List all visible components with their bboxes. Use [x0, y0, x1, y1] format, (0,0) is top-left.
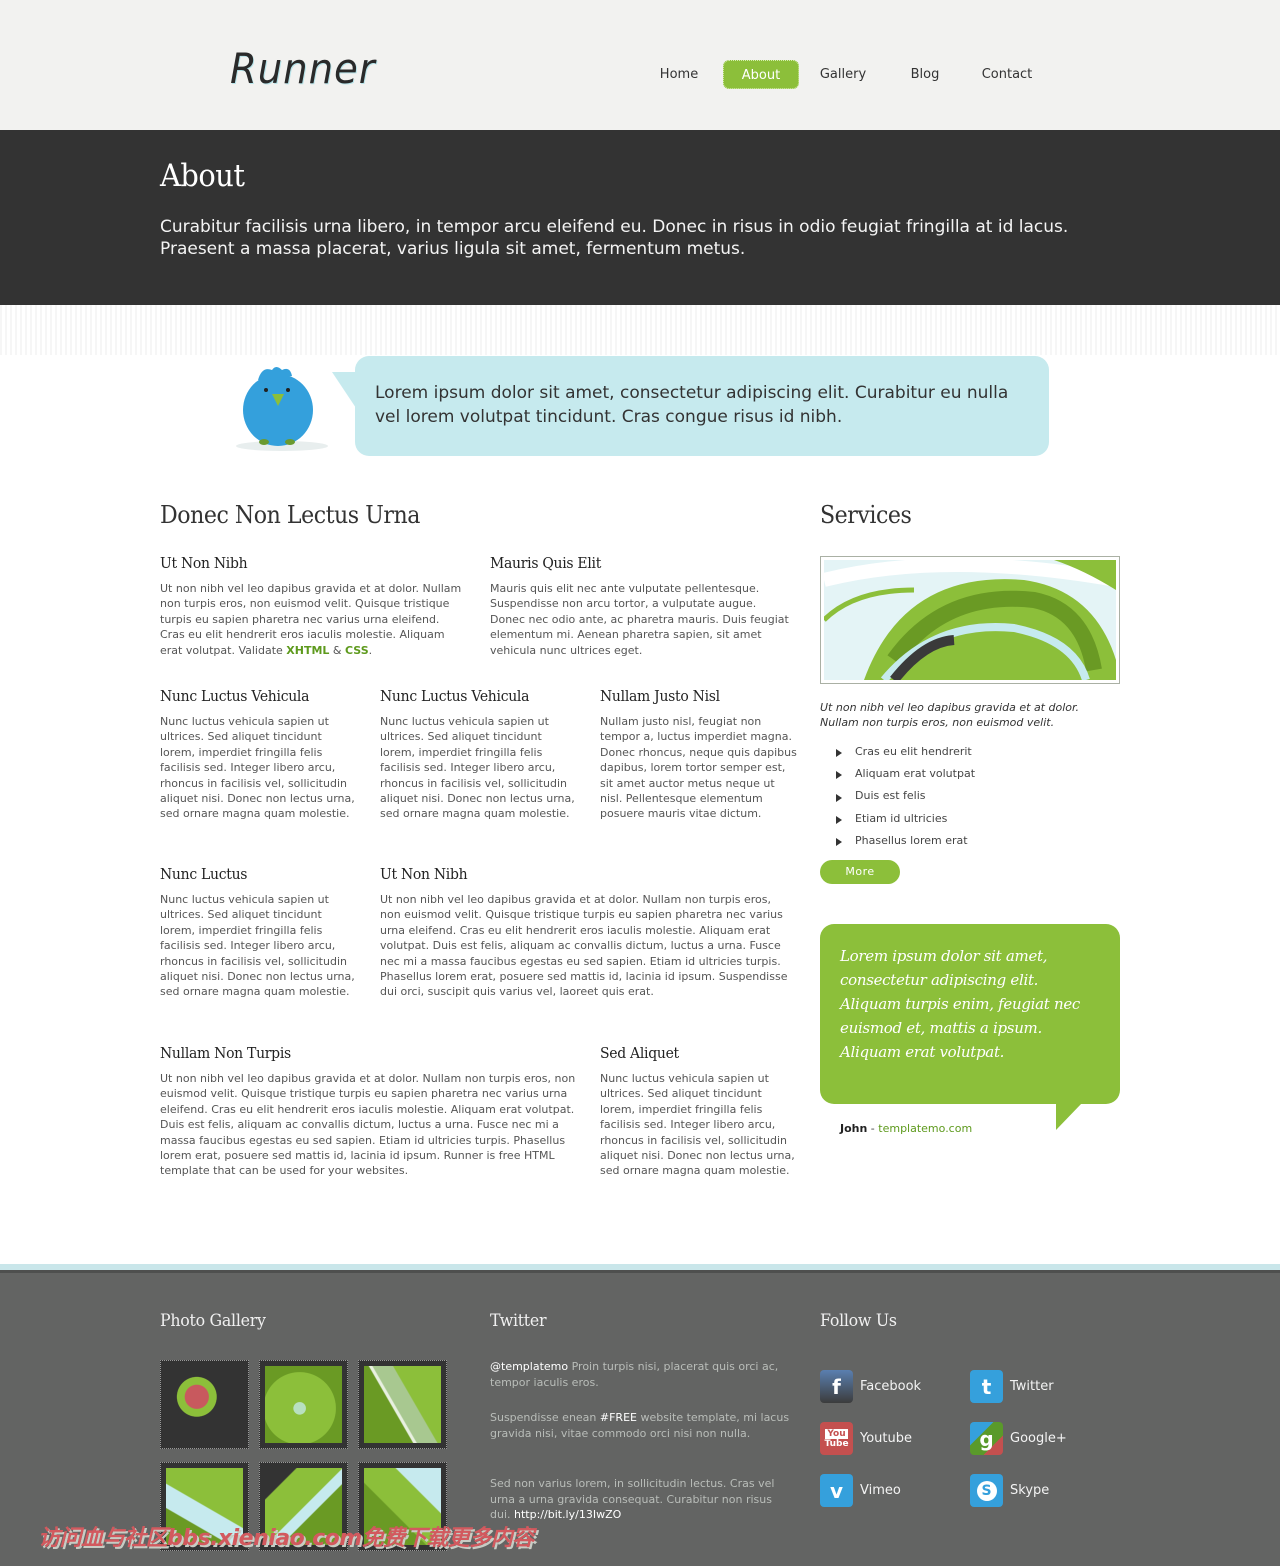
social-skype[interactable]: S Skype — [970, 1474, 1049, 1507]
gallery-title: Photo Gallery — [160, 1311, 266, 1331]
section-title: Mauris Quis Elit — [490, 554, 602, 572]
arrow-right-icon — [836, 793, 842, 802]
social-google-plus[interactable]: g Google+ — [970, 1422, 1067, 1455]
banner-text: Curabitur facilisis urna libero, in temp… — [160, 217, 1069, 259]
testimonial-quote: Lorem ipsum dolor sit amet, consectetur … — [820, 924, 1120, 1104]
services-list: Cras eu elit hendrerit Aliquam erat volu… — [836, 740, 975, 851]
gallery-thumb[interactable] — [160, 1360, 249, 1449]
arrow-right-icon — [836, 749, 842, 758]
gallery-thumb[interactable] — [259, 1360, 348, 1449]
google-plus-icon: g — [970, 1422, 1003, 1455]
social-facebook[interactable]: f Facebook — [820, 1370, 921, 1403]
section-text: Nullam justo nisl, feugiat non tempor a,… — [600, 715, 797, 821]
services-image — [820, 556, 1120, 684]
css-link[interactable]: CSS — [345, 644, 369, 657]
vimeo-icon: v — [820, 1474, 853, 1507]
twitter-handle-link[interactable]: @templatemo — [490, 1360, 568, 1373]
service-item[interactable]: Cras eu elit hendrerit — [836, 740, 975, 762]
social-vimeo[interactable]: v Vimeo — [820, 1474, 901, 1507]
page-title: About — [160, 158, 245, 194]
tweet: @templatemo Proin turpis nisi, placerat … — [490, 1360, 779, 1389]
section-title: Nullam Justo Nisl — [600, 687, 720, 705]
nav-contact[interactable]: Contact — [963, 60, 1051, 89]
social-twitter[interactable]: t Twitter — [970, 1370, 1054, 1403]
service-item[interactable]: Etiam id ultricies — [836, 807, 975, 829]
section-text: Nunc luctus vehicula sapien ut ultrices.… — [380, 715, 575, 821]
nav-about[interactable]: About — [723, 60, 799, 89]
author-site-link[interactable]: templatemo.com — [878, 1122, 972, 1135]
bubble-tail — [332, 372, 356, 408]
twitter-bird-icon — [232, 362, 342, 454]
skype-icon: S — [970, 1474, 1003, 1507]
section-title: Nunc Luctus — [160, 865, 248, 883]
service-item[interactable]: Duis est felis — [836, 785, 975, 807]
section-text: Nunc luctus vehicula sapien ut ultrices.… — [600, 1072, 795, 1178]
intro-bubble: Lorem ipsum dolor sit amet, consectetur … — [355, 356, 1049, 456]
site-header: Runner Home About Gallery Blog Contact — [0, 0, 1280, 130]
site-logo[interactable]: Runner — [230, 48, 376, 90]
section-title: Sed Aliquet — [600, 1044, 679, 1062]
more-button[interactable]: More — [820, 860, 900, 884]
section-text: Ut non nibh vel leo dapibus gravida et a… — [380, 893, 788, 999]
section-text: Ut non nibh vel leo dapibus gravida et a… — [160, 1072, 576, 1178]
service-item[interactable]: Aliquam erat volutpat — [836, 762, 975, 784]
watermark-text: 访问血与社区bbs.xieniao.com免费下载更多内容 — [38, 1526, 534, 1551]
testimonial-author: John - templatemo.com — [840, 1122, 973, 1135]
youtube-icon: You Tube — [820, 1422, 853, 1455]
hashtag-link[interactable]: #FREE — [600, 1411, 637, 1424]
section-title: Nullam Non Turpis — [160, 1044, 291, 1062]
section-title: Nunc Luctus Vehicula — [160, 687, 310, 705]
social-youtube[interactable]: You Tube Youtube — [820, 1422, 912, 1455]
arrow-right-icon — [836, 838, 842, 847]
texture-divider — [0, 305, 1280, 355]
tweet: Suspendisse enean #FREE website template… — [490, 1411, 790, 1440]
xhtml-link[interactable]: XHTML — [286, 644, 329, 657]
arrow-right-icon — [836, 816, 842, 825]
twitter-title: Twitter — [490, 1311, 547, 1331]
nav-gallery[interactable]: Gallery — [799, 60, 887, 89]
section-text: Mauris quis elit nec ante vulputate pell… — [490, 582, 789, 657]
facebook-icon: f — [820, 1370, 853, 1403]
quote-tail — [1056, 1103, 1082, 1130]
twitter-icon: t — [970, 1370, 1003, 1403]
section-text: Nunc luctus vehicula sapien ut ultrices.… — [160, 715, 355, 821]
main-nav: Home About Gallery Blog Contact — [640, 60, 1051, 89]
service-item[interactable]: Phasellus lorem erat — [836, 829, 975, 851]
nav-home[interactable]: Home — [640, 60, 718, 89]
services-title: Services — [820, 501, 912, 529]
follow-title: Follow Us — [820, 1311, 897, 1331]
section-title: Ut Non Nibh — [160, 554, 248, 572]
nav-blog[interactable]: Blog — [887, 60, 963, 89]
arrow-right-icon — [836, 771, 842, 780]
main-title: Donec Non Lectus Urna — [160, 501, 420, 529]
services-caption: Ut non nibh vel leo dapibus gravida et a… — [820, 701, 1079, 729]
section-title: Nunc Luctus Vehicula — [380, 687, 530, 705]
page-banner: About Curabitur facilisis urna libero, i… — [0, 130, 1280, 305]
gallery-thumb[interactable] — [358, 1360, 447, 1449]
tweet: Sed non varius lorem, in sollicitudin le… — [490, 1477, 775, 1521]
section-text: Ut non nibh vel leo dapibus gravida et a… — [160, 582, 462, 657]
section-text: Nunc luctus vehicula sapien ut ultrices.… — [160, 893, 355, 999]
section-title: Ut Non Nibh — [380, 865, 468, 883]
